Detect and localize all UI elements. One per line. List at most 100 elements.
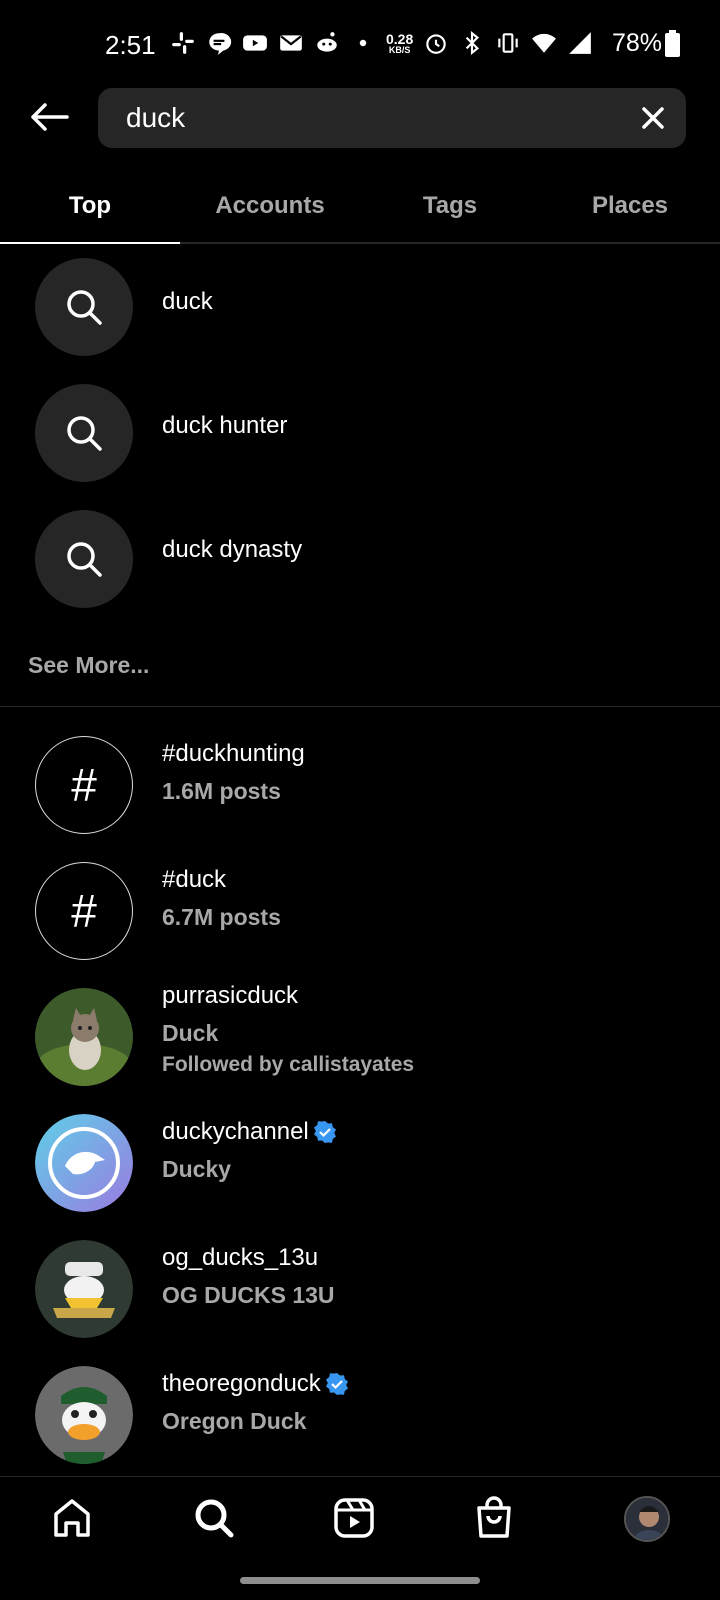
search-icon xyxy=(67,290,102,325)
bottom-nav-divider xyxy=(0,1476,720,1477)
network-speed: 0.28 KB/S xyxy=(386,32,413,55)
cat-photo-avatar xyxy=(35,988,133,1086)
vibrate-icon xyxy=(495,30,521,56)
account-text: purrasicduck Duck Followed by callistaya… xyxy=(162,982,414,1077)
hashtag-name: #duckhunting xyxy=(162,740,305,767)
hashtag-text: #duck 6.7M posts xyxy=(162,866,281,931)
reddit-icon xyxy=(314,30,340,56)
suggestion-avatar xyxy=(35,510,133,608)
dot-icon xyxy=(350,30,376,56)
notification-icons: 0.28 KB/S xyxy=(170,30,593,56)
search-input[interactable] xyxy=(126,102,606,134)
hashtag-item[interactable]: # #duck 6.7M posts xyxy=(0,848,720,974)
account-name: OG DUCKS 13U xyxy=(162,1282,335,1308)
hashtag-avatar: # xyxy=(35,736,133,834)
clear-search-button[interactable] xyxy=(638,103,668,133)
status-time: 2:51 xyxy=(105,30,156,60)
nav-shop-button[interactable] xyxy=(464,1488,524,1548)
suggestion-list: duck duck hunter duck dynasty xyxy=(0,244,720,622)
hashtag-icon: # xyxy=(71,759,97,811)
tab-accounts[interactable]: Accounts xyxy=(180,178,360,242)
suggestion-avatar xyxy=(35,384,133,482)
tab-top[interactable]: Top xyxy=(0,178,180,244)
account-item[interactable]: purrasicduck Duck Followed by callistaya… xyxy=(0,974,720,1100)
search-icon xyxy=(67,542,102,577)
mail-icon xyxy=(278,30,304,56)
back-button[interactable] xyxy=(26,94,72,140)
home-indicator[interactable] xyxy=(240,1577,480,1584)
nav-home-button[interactable] xyxy=(42,1488,102,1548)
account-username: duckychannel xyxy=(162,1118,309,1145)
see-more-link[interactable]: See More... xyxy=(28,652,149,679)
hashtag-name: #duck xyxy=(162,866,227,893)
hashtag-item[interactable]: # #duckhunting 1.6M posts xyxy=(0,722,720,848)
arrow-left-icon xyxy=(31,103,69,131)
suggestion-item[interactable]: duck dynasty xyxy=(0,496,720,622)
search-header xyxy=(0,88,720,148)
slack-icon xyxy=(170,30,196,56)
suggestion-text: duck hunter xyxy=(162,412,288,439)
account-avatar xyxy=(35,1366,133,1464)
section-divider xyxy=(0,706,720,707)
account-followed-by: Followed by callistayates xyxy=(162,1053,415,1076)
bluetooth-icon xyxy=(459,30,485,56)
hashtag-avatar: # xyxy=(35,862,133,960)
account-username: theoregonduck xyxy=(162,1370,321,1397)
wifi-icon xyxy=(531,30,557,56)
reels-icon xyxy=(334,1498,374,1538)
battery-percent: 78% xyxy=(611,29,662,57)
alarm-icon xyxy=(423,30,449,56)
screen: 2:51 0.28 KB/S 78% duck Top Accounts Tag… xyxy=(0,0,720,1600)
nav-reels-button[interactable] xyxy=(324,1488,384,1548)
account-username-row: duckychannel xyxy=(162,1118,337,1146)
tab-tags[interactable]: Tags xyxy=(360,178,540,242)
account-text: duckychannel Ducky xyxy=(162,1118,337,1183)
signal-icon xyxy=(567,30,593,56)
account-username: og_ducks_13u xyxy=(162,1244,319,1271)
account-item[interactable]: og_ducks_13u OG DUCKS 13U xyxy=(0,1226,720,1352)
account-avatar xyxy=(35,1114,133,1212)
network-speed-unit: KB/S xyxy=(388,44,411,55)
tab-places[interactable]: Places xyxy=(540,178,720,242)
oregon-duck-mascot-avatar xyxy=(35,1366,133,1464)
search-icon xyxy=(67,416,102,451)
search-field[interactable] xyxy=(98,88,686,148)
account-name: Duck xyxy=(162,1020,219,1046)
home-icon xyxy=(54,1499,90,1537)
account-username: purrasicduck xyxy=(162,982,299,1009)
battery-icon xyxy=(665,30,680,57)
bottom-navigation xyxy=(0,1478,720,1558)
account-item[interactable]: duckychannel Ducky xyxy=(0,1100,720,1226)
battery-status: 78% xyxy=(612,29,662,58)
hashtag-count: 6.7M posts xyxy=(162,904,281,930)
og-ducks-logo-avatar xyxy=(35,1240,133,1338)
nav-profile-button[interactable] xyxy=(624,1496,670,1542)
youtube-icon xyxy=(242,30,268,56)
account-username-row: theoregonduck xyxy=(162,1370,349,1398)
search-tabs: Top Accounts Tags Places xyxy=(0,178,720,244)
account-name: Ducky xyxy=(162,1156,232,1182)
status-bar: 2:51 0.28 KB/S 78% xyxy=(0,0,720,90)
hashtag-icon: # xyxy=(71,885,97,937)
network-speed-value: 0.28 xyxy=(386,30,414,47)
results-list: # #duckhunting 1.6M posts # #duck 6.7M p… xyxy=(0,722,720,1478)
suggestion-text: duck xyxy=(162,288,213,315)
nav-search-button[interactable] xyxy=(184,1488,244,1548)
suggestion-text: duck dynasty xyxy=(162,536,303,563)
search-icon xyxy=(195,1499,234,1538)
close-icon xyxy=(642,107,664,129)
account-avatar xyxy=(35,1240,133,1338)
ducky-logo-avatar xyxy=(35,1114,133,1212)
suggestion-avatar xyxy=(35,258,133,356)
account-item[interactable]: theoregonduck Oregon Duck xyxy=(0,1352,720,1478)
account-name: Oregon Duck xyxy=(162,1408,307,1434)
suggestion-item[interactable]: duck hunter xyxy=(0,370,720,496)
hashtag-text: #duckhunting 1.6M posts xyxy=(162,740,305,805)
suggestion-item[interactable]: duck xyxy=(0,244,720,370)
shop-icon xyxy=(477,1496,511,1538)
message-icon xyxy=(206,30,232,56)
account-text: og_ducks_13u OG DUCKS 13U xyxy=(162,1244,335,1309)
hashtag-count: 1.6M posts xyxy=(162,778,281,804)
account-avatar xyxy=(35,988,133,1086)
profile-avatar xyxy=(626,1498,668,1540)
